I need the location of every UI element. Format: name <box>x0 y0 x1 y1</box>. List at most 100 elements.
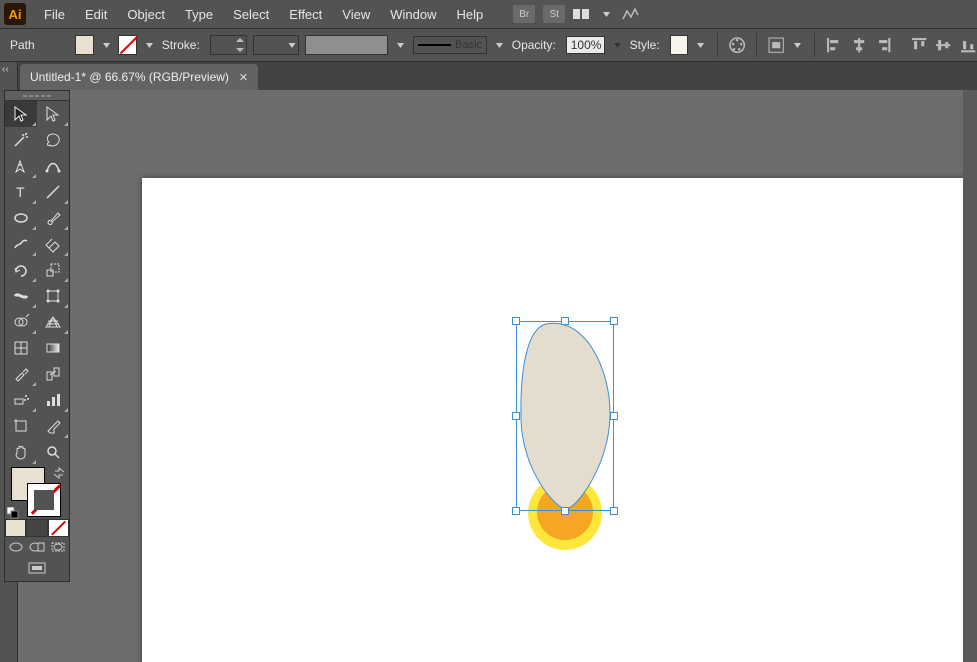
swap-fill-stroke-icon[interactable] <box>53 467 65 479</box>
tab-close-icon[interactable]: ✕ <box>239 71 248 84</box>
align-vcenter-button[interactable] <box>934 36 952 54</box>
artboard[interactable] <box>142 178 977 662</box>
arrange-documents-dropdown[interactable] <box>599 4 613 24</box>
handle-br[interactable] <box>610 507 618 515</box>
mesh-tool[interactable] <box>5 335 37 361</box>
fill-swatch[interactable] <box>75 35 94 55</box>
align-to-dropdown[interactable] <box>792 35 805 55</box>
handle-bl[interactable] <box>512 507 520 515</box>
type-tool[interactable]: T <box>5 179 37 205</box>
curvature-tool[interactable] <box>37 153 69 179</box>
variable-width-profile[interactable] <box>253 35 299 55</box>
blend-tool[interactable] <box>37 361 69 387</box>
stroke-swatch[interactable] <box>118 35 137 55</box>
handle-ml[interactable] <box>512 412 520 420</box>
pen-tool[interactable] <box>5 153 37 179</box>
zoom-tool[interactable] <box>37 439 69 465</box>
brush-definition-disabled <box>305 35 388 55</box>
opacity-field[interactable]: 100% <box>566 36 605 54</box>
align-to-button[interactable] <box>767 36 785 54</box>
vertical-scrollbar[interactable] <box>963 90 977 662</box>
width-tool[interactable] <box>5 283 37 309</box>
align-top-button[interactable] <box>910 36 928 54</box>
line-segment-tool[interactable] <box>37 179 69 205</box>
direct-selection-tool[interactable] <box>37 101 69 127</box>
color-mode-row <box>5 519 69 537</box>
style-label: Style: <box>630 38 660 52</box>
gpu-performance-icon[interactable] <box>621 7 639 21</box>
align-right-button[interactable] <box>874 36 892 54</box>
stroke-weight-field[interactable] <box>210 35 247 55</box>
stroke-indicator[interactable] <box>27 483 61 517</box>
lasso-tool[interactable] <box>37 127 69 153</box>
menu-bar: Ai File Edit Object Type Select Effect V… <box>0 0 977 28</box>
magic-wand-tool[interactable] <box>5 127 37 153</box>
menu-view[interactable]: View <box>332 3 380 26</box>
paintbrush-tool[interactable] <box>37 205 69 231</box>
handle-mr[interactable] <box>610 412 618 420</box>
draw-inside-button[interactable] <box>48 540 67 554</box>
scale-tool[interactable] <box>37 257 69 283</box>
menu-file[interactable]: File <box>34 3 75 26</box>
slice-tool[interactable] <box>37 413 69 439</box>
brush-name-dropdown[interactable] <box>493 35 506 55</box>
align-left-button[interactable] <box>825 36 843 54</box>
opacity-dropdown[interactable] <box>611 35 624 55</box>
artboard-tool[interactable] <box>5 413 37 439</box>
stock-button[interactable]: St <box>543 5 565 23</box>
canvas-area[interactable] <box>18 90 977 662</box>
menu-edit[interactable]: Edit <box>75 3 117 26</box>
align-hcenter-button[interactable] <box>850 36 868 54</box>
screen-mode-button[interactable] <box>27 561 47 578</box>
bridge-button[interactable]: Br <box>513 5 535 23</box>
menu-object[interactable]: Object <box>117 3 175 26</box>
handle-bm[interactable] <box>561 507 569 515</box>
document-tab[interactable]: Untitled-1* @ 66.67% (RGB/Preview) ✕ <box>20 64 258 90</box>
svg-text:T: T <box>16 184 25 200</box>
rotate-tool[interactable] <box>5 257 37 283</box>
free-transform-tool[interactable] <box>37 283 69 309</box>
opacity-label: Opacity: <box>512 38 556 52</box>
draw-normal-button[interactable] <box>7 540 26 554</box>
perspective-grid-tool[interactable] <box>37 309 69 335</box>
control-bar: Path Stroke: Basic Opacity: 100% Style: <box>0 28 977 62</box>
handle-tl[interactable] <box>512 317 520 325</box>
fill-dropdown[interactable] <box>100 35 113 55</box>
menu-type[interactable]: Type <box>175 3 223 26</box>
color-mode-button[interactable] <box>5 519 26 537</box>
default-fill-stroke-icon[interactable] <box>7 507 19 519</box>
none-mode-button[interactable] <box>48 519 69 537</box>
column-graph-tool[interactable] <box>37 387 69 413</box>
menu-help[interactable]: Help <box>446 3 493 26</box>
symbol-sprayer-tool[interactable] <box>5 387 37 413</box>
handle-tm[interactable] <box>561 317 569 325</box>
fill-stroke-indicator[interactable] <box>5 465 69 519</box>
gradient-mode-button[interactable] <box>26 519 47 537</box>
menu-window[interactable]: Window <box>380 3 446 26</box>
brush-definition-dropdown[interactable] <box>394 35 407 55</box>
tools-panel-grip[interactable] <box>5 91 69 101</box>
app-logo: Ai <box>4 3 26 25</box>
handle-tr[interactable] <box>610 317 618 325</box>
shaper-tool[interactable] <box>5 231 37 257</box>
ellipse-tool[interactable] <box>5 205 37 231</box>
shape-builder-tool[interactable] <box>5 309 37 335</box>
hand-tool[interactable] <box>5 439 37 465</box>
stroke-dropdown[interactable] <box>143 35 156 55</box>
eraser-tool[interactable] <box>37 231 69 257</box>
selection-bounding-box[interactable] <box>516 321 614 511</box>
menu-effect[interactable]: Effect <box>279 3 332 26</box>
gradient-tool[interactable] <box>37 335 69 361</box>
graphic-style-dropdown[interactable] <box>694 35 707 55</box>
collapse-icon: ‹‹ <box>0 62 17 77</box>
recolor-artwork-button[interactable] <box>728 36 746 54</box>
eyedropper-tool[interactable] <box>5 361 37 387</box>
tools-panel: T <box>4 90 70 582</box>
draw-behind-button[interactable] <box>28 540 47 554</box>
brush-name-field[interactable]: Basic <box>413 36 487 54</box>
menu-select[interactable]: Select <box>223 3 279 26</box>
graphic-style-swatch[interactable] <box>670 35 689 55</box>
arrange-documents-button[interactable] <box>573 7 591 21</box>
align-bottom-button[interactable] <box>959 36 977 54</box>
selection-tool[interactable] <box>5 101 37 127</box>
